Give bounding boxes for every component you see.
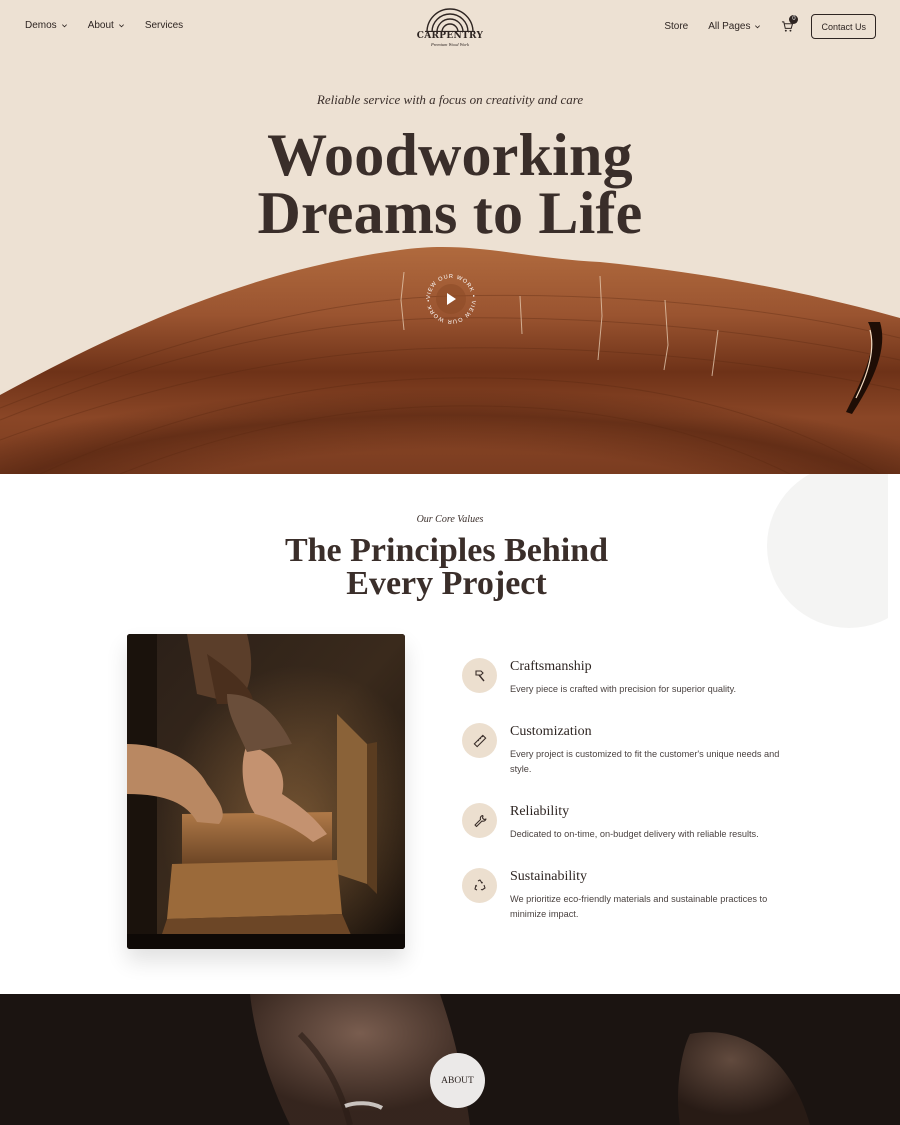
top-nav: Demos About Services CARPENTRY Premium W… bbox=[0, 0, 900, 52]
section-eyebrow: Our Core Values bbox=[416, 514, 484, 525]
chevron-down-icon bbox=[61, 24, 67, 28]
logo-name: CARPENTRY bbox=[416, 31, 484, 41]
hammer-icon bbox=[474, 669, 485, 681]
value-icon-wrap bbox=[462, 723, 497, 758]
contact-us-button[interactable]: Contact Us bbox=[811, 14, 876, 39]
core-values-section: Our Core Values The Principles Behind Ev… bbox=[0, 474, 900, 994]
nav-label: Store bbox=[664, 21, 689, 32]
section-title-line2: Every Project bbox=[346, 565, 547, 602]
craftsman-photo-image bbox=[127, 634, 405, 949]
value-title: Customization bbox=[510, 724, 592, 739]
chevron-down-icon bbox=[755, 25, 761, 29]
value-description: Every project is customized to fit the c… bbox=[510, 749, 780, 774]
chevron-down-icon bbox=[118, 24, 124, 28]
nav-item-demos[interactable]: Demos bbox=[25, 20, 68, 31]
value-title: Reliability bbox=[510, 804, 570, 819]
craftsman-photo bbox=[127, 634, 405, 949]
view-our-work-play-button[interactable]: VIEW OUR WORK • VIEW OUR WORK • bbox=[422, 270, 480, 328]
about-button[interactable]: ABOUT bbox=[430, 1053, 485, 1108]
nav-item-store[interactable]: Store bbox=[664, 21, 688, 32]
nav-label: Services bbox=[144, 20, 184, 31]
section-title-line1: The Principles Behind bbox=[284, 532, 609, 569]
nav-item-about[interactable]: About bbox=[88, 20, 125, 31]
nav-item-all-pages[interactable]: All Pages bbox=[708, 21, 761, 32]
site-logo[interactable]: CARPENTRY Premium Wood Work bbox=[414, 4, 486, 50]
value-description: Dedicated to on-time, on-budget delivery… bbox=[510, 829, 759, 839]
wrench-icon bbox=[473, 814, 487, 827]
hero-title-line2: Dreams to Life bbox=[257, 180, 643, 246]
nav-left: Demos About Services bbox=[25, 20, 183, 31]
about-section: ABOUT bbox=[0, 994, 900, 1125]
nav-label: About bbox=[87, 20, 114, 31]
value-description: We prioritize eco-friendly materials and… bbox=[510, 894, 768, 919]
hero-title-line1: Woodworking bbox=[267, 122, 633, 188]
nav-label: Demos bbox=[25, 20, 57, 31]
play-ring: VIEW OUR WORK • VIEW OUR WORK • bbox=[426, 274, 475, 324]
value-description: Every piece is crafted with precision fo… bbox=[510, 684, 737, 694]
logo-tagline: Premium Wood Work bbox=[431, 42, 469, 47]
hero-title: Woodworking Dreams to Life bbox=[0, 125, 900, 243]
ruler-icon bbox=[473, 734, 486, 747]
cart-count-badge: 0 bbox=[789, 14, 799, 24]
nav-item-services[interactable]: Services bbox=[145, 20, 183, 31]
logo-mark-icon bbox=[425, 8, 475, 32]
section-title: The Principles Behind Every Project bbox=[0, 532, 893, 602]
value-icon-wrap bbox=[462, 658, 497, 693]
value-icon-wrap bbox=[462, 803, 497, 838]
hero-section: Demos About Services CARPENTRY Premium W… bbox=[0, 0, 900, 474]
cart-button[interactable]: 0 bbox=[781, 14, 799, 34]
value-icon-wrap bbox=[462, 868, 497, 903]
value-title: Sustainability bbox=[510, 869, 587, 884]
hero-tagline: Reliable service with a focus on creativ… bbox=[316, 92, 584, 107]
recycle-icon bbox=[473, 878, 486, 890]
nav-label: All Pages bbox=[708, 21, 751, 32]
nav-right: Store All Pages 0 Contact Us bbox=[664, 14, 876, 39]
value-title: Craftsmanship bbox=[510, 659, 592, 674]
